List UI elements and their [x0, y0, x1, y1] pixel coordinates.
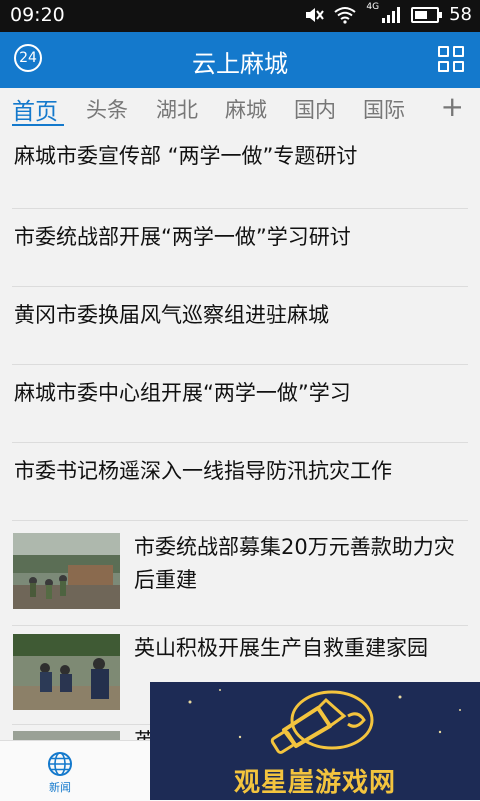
- news-item[interactable]: 黄冈市委换届风气巡察组进驻麻城: [0, 287, 480, 365]
- news-thumbnail: [13, 634, 120, 710]
- news-title: 麻城市委中心组开展“两学一做”学习: [14, 381, 351, 405]
- news-item-with-image[interactable]: 市委统战部募集20万元善款助力灾后重建: [0, 521, 480, 625]
- mute-icon: [306, 7, 325, 22]
- news-title: 市委书记杨遥深入一线指导防汛抗灾工作: [14, 459, 392, 483]
- network-type: 4G: [366, 1, 380, 12]
- nav-news-label: 新闻: [49, 781, 71, 794]
- app-bar: 24 云上麻城: [0, 32, 480, 88]
- battery-level: 58: [449, 4, 472, 25]
- add-channel-button[interactable]: +: [441, 90, 464, 123]
- active-tab-indicator: [12, 124, 64, 126]
- news-title: 英山积极开展生产自救重建家园: [134, 636, 428, 660]
- watermark-text: 观星崖游戏网: [233, 768, 396, 798]
- status-icons: 4G 58: [304, 1, 472, 25]
- tab-macheng[interactable]: 麻城: [225, 94, 267, 124]
- news-title: 市委统战部开展“两学一做”学习研讨: [14, 225, 351, 249]
- tab-domestic[interactable]: 国内: [294, 94, 336, 124]
- news-thumbnail: [13, 731, 120, 740]
- grid-menu-icon[interactable]: [438, 46, 464, 72]
- wifi-icon: [334, 6, 357, 24]
- channel-tabs: 首页 头条 湖北 麻城 国内 国际 +: [0, 88, 480, 128]
- news-list: 麻城市委宣传部 “两学一做”专题研讨 市委统战部开展“两学一做”学习研讨 黄冈市…: [0, 128, 480, 740]
- news-title: 市委统战部募集20万元善款助力灾后重建: [134, 535, 455, 592]
- tab-home[interactable]: 首页: [12, 92, 58, 126]
- news-item[interactable]: 市委统战部开展“两学一做”学习研讨: [0, 209, 480, 287]
- nav-news-tab[interactable]: 新闻: [28, 751, 92, 795]
- battery-icon: [411, 6, 443, 23]
- tab-international[interactable]: 国际: [363, 94, 405, 124]
- news-title: 黄冈市委换届风气巡察组进驻麻城: [14, 303, 329, 327]
- news-thumbnail: [13, 533, 120, 609]
- news-item[interactable]: 市委书记杨遥深入一线指导防汛抗灾工作: [0, 443, 480, 521]
- tab-headlines[interactable]: 头条: [86, 94, 128, 124]
- status-bar: 09:20 4G 58: [0, 0, 480, 32]
- news-item[interactable]: 麻城市委中心组开展“两学一做”学习: [0, 365, 480, 443]
- status-time: 09:20: [10, 4, 65, 26]
- news-title: 麻城市委宣传部 “两学一做”专题研讨: [14, 144, 358, 168]
- news-item[interactable]: 麻城市委宣传部 “两学一做”专题研讨: [0, 128, 480, 208]
- tab-hubei[interactable]: 湖北: [156, 94, 198, 124]
- watermark-banner: 观星崖游戏网: [150, 682, 480, 800]
- app-title: 云上麻城: [192, 50, 288, 78]
- globe-icon: [48, 752, 72, 776]
- signal-icon: [382, 6, 401, 23]
- telescope-logo-icon: [270, 690, 374, 754]
